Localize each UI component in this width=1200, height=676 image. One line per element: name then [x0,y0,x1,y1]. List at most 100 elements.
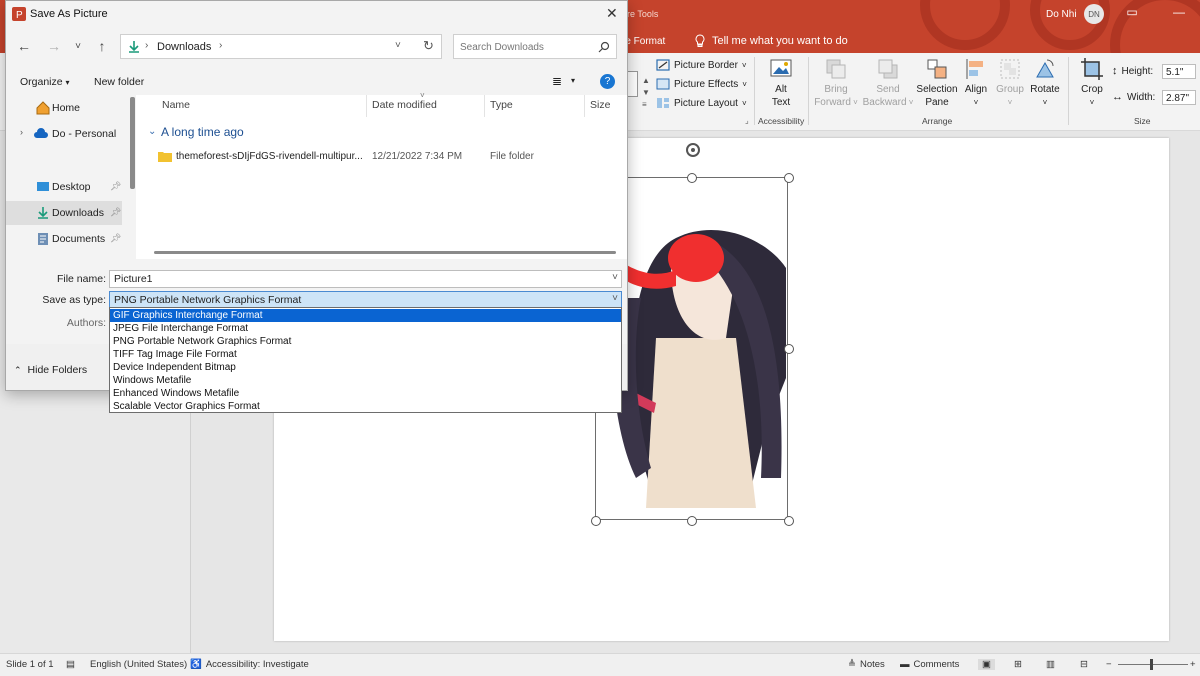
accessibility-status[interactable]: ♿ Accessibility: Investigate [190,659,309,670]
reading-view-icon[interactable]: ▥ [1046,659,1055,670]
gallery-scroll[interactable]: ▲ ▼ ≡ [642,75,650,115]
group-header[interactable]: A long time ago [161,125,244,139]
language-status[interactable]: English (United States) [90,659,187,670]
picture-layout-button[interactable]: Picture Layout ˅ [656,97,747,109]
group-button[interactable]: Group ˅ [994,57,1026,109]
zoom-in-icon[interactable]: + [1190,659,1196,670]
bring-forward-label-1: Bring [824,84,848,95]
up-icon[interactable]: ↑ [94,38,110,54]
rotate-label: Rotate [1030,84,1060,95]
help-icon[interactable]: ? [600,74,615,89]
comments-button[interactable]: ▬ Comments [900,659,959,670]
list-item[interactable]: Device Independent Bitmap [110,361,621,374]
close-icon[interactable]: ✕ [606,5,618,22]
resize-handle[interactable] [784,516,794,526]
breadcrumb[interactable]: Downloads [157,41,211,53]
column-divider[interactable] [584,95,585,117]
search-placeholder: Search Downloads [460,42,544,53]
column-header-type[interactable]: Type [490,99,513,111]
list-item[interactable]: Scalable Vector Graphics Format [110,400,621,413]
sidebar-item-documents[interactable]: Documents 📌︎ [6,227,122,251]
resize-handle[interactable] [687,173,697,183]
zoom-out-icon[interactable]: − [1106,659,1112,670]
rotate-button[interactable]: Rotate ˅ [1028,57,1062,109]
list-item[interactable]: GIF Graphics Interchange Format [110,309,621,322]
dialog-launcher-icon[interactable]: ⌟ [745,116,749,125]
group-label: Group [996,84,1024,95]
column-header-size[interactable]: Size [590,99,610,111]
resize-handle[interactable] [687,516,697,526]
view-options-icon[interactable]: ≣ [552,74,562,88]
vertical-scrollbar[interactable] [130,97,135,189]
resize-handle[interactable] [591,516,601,526]
recent-locations-icon[interactable]: ˅ [70,41,86,52]
sidebar-item-label: Desktop [52,181,91,193]
download-icon [129,41,139,53]
picture-effects-button[interactable]: Picture Effects ˅ [656,78,747,90]
width-input[interactable]: 2.87" [1162,90,1196,105]
resize-handle[interactable] [784,173,794,183]
group-collapse-icon[interactable]: ⌄ [148,126,156,137]
save-type-dropdown-list: GIF Graphics Interchange Format JPEG Fil… [109,307,622,413]
chevron-down-icon[interactable]: ˅ [612,293,618,304]
normal-view-icon[interactable]: ▣ [978,659,995,670]
chevron-down-icon[interactable]: ˅ [612,272,618,283]
table-row[interactable]: themeforest-sDIjFdGS-rivendell-multipur.… [136,147,627,167]
chevron-down-icon[interactable]: ˅ [395,40,401,51]
column-header-name[interactable]: Name [162,99,190,111]
tab-picture-format[interactable]: re Format [622,36,665,47]
address-bar[interactable]: › Downloads › ˅ ↻ [120,34,442,59]
picture-border-button[interactable]: Picture Border ˅ [656,59,747,71]
height-control: ↕ Height: [1112,65,1154,77]
authors-label: Authors: [66,317,106,329]
search-input[interactable]: Search Downloads [453,34,617,59]
chevron-right-icon[interactable]: › [20,127,23,137]
pin-icon[interactable]: 📌︎ [110,233,121,244]
chevron-down-icon[interactable]: ▾ [571,76,575,85]
height-input[interactable]: 5.1" [1162,64,1196,79]
align-button[interactable]: Align ˅ [962,57,990,109]
rotate-handle-icon[interactable] [683,140,703,160]
zoom-slider-thumb[interactable] [1150,659,1153,670]
bring-forward-label-2: Forward [814,97,851,108]
list-item[interactable]: Enhanced Windows Metafile [110,387,621,400]
pin-icon[interactable]: 📌︎ [110,207,121,218]
slide-sorter-icon[interactable]: ⊞ [1014,659,1022,670]
back-icon[interactable]: ← [16,38,32,54]
alt-text-button[interactable]: Alt Text [764,57,798,109]
column-header-date[interactable]: Date modified [372,99,437,111]
sidebar-item-downloads[interactable]: Downloads 📌︎ [6,201,122,225]
resize-handle[interactable] [784,344,794,354]
minimize-icon[interactable]: — [1172,6,1186,18]
crop-button[interactable]: Crop ˅ [1076,57,1108,109]
pin-icon[interactable]: 📌︎ [110,181,121,192]
organize-button[interactable]: Organize ▾ [20,76,70,88]
column-divider[interactable] [484,95,485,117]
search-icon [598,41,610,53]
file-name-input[interactable]: Picture1 ˅ [109,270,622,288]
tell-me-box[interactable]: Tell me what you want to do [694,34,848,48]
spellcheck-icon[interactable]: ▤ [66,659,75,670]
notes-button[interactable]: ≜ Notes [848,659,885,670]
list-item[interactable]: PNG Portable Network Graphics Format [110,335,621,348]
bring-forward-button[interactable]: Bring Forward ˅ [812,57,860,109]
selection-pane-button[interactable]: Selection Pane [914,57,960,109]
send-backward-button[interactable]: Send Backward ˅ [862,57,914,109]
avatar[interactable]: DN [1084,4,1104,24]
list-item[interactable]: TIFF Tag Image File Format [110,348,621,361]
list-item[interactable]: Windows Metafile [110,374,621,387]
refresh-icon[interactable]: ↻ [423,38,434,54]
zoom-slider[interactable] [1118,664,1188,665]
sidebar-item-do-personal[interactable]: › Do - Personal [6,122,122,146]
forward-icon[interactable]: → [46,38,62,54]
hide-folders-button[interactable]: ⌃ Hide Folders [14,364,87,376]
new-folder-button[interactable]: New folder [94,76,144,88]
alt-text-label-2: Text [771,97,791,108]
slideshow-icon[interactable]: ⊟ [1080,659,1088,670]
horizontal-scrollbar[interactable] [154,251,616,254]
list-item[interactable]: JPEG File Interchange Format [110,322,621,335]
sidebar-item-desktop[interactable]: Desktop 📌︎ [6,175,122,199]
column-divider[interactable] [366,95,367,117]
sidebar-item-home[interactable]: Home [6,96,122,120]
ribbon-display-icon[interactable]: ▭ [1125,6,1139,18]
